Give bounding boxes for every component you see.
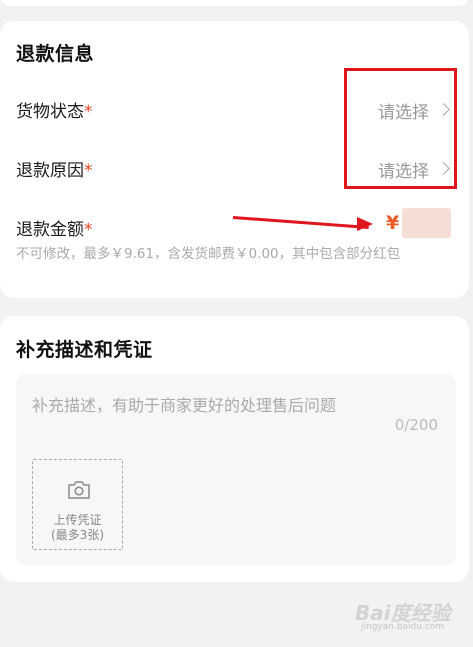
description-textarea[interactable]: 补充描述，有助于商家更好的处理售后问题 0/200 上传凭证 (最多3张) (16, 374, 456, 565)
refund-amount-label-text: 退款金额 (16, 220, 84, 240)
redacted-amount (402, 208, 451, 238)
required-mark: * (84, 220, 93, 240)
annotation-highlight-box (344, 68, 457, 189)
previous-card (0, 0, 469, 6)
refund-amount-label: 退款金额* (16, 215, 93, 240)
goods-status-label: 货物状态* (16, 97, 93, 122)
refund-reason-label: 退款原因* (16, 156, 93, 181)
required-mark: * (84, 102, 93, 122)
refund-amount-hint: 不可修改，最多￥9.61，含发货邮费￥0.00，其中包含部分红包 (16, 246, 401, 262)
baidu-jingyan-watermark: Bai度经验 jingyan.baidu.com (355, 592, 465, 640)
upload-label: 上传凭证 (53, 513, 102, 527)
currency-symbol: ¥ (386, 212, 400, 234)
watermark-url: jingyan.baidu.com (361, 622, 445, 632)
character-counter: 0/200 (394, 416, 438, 434)
upload-limit-label: (最多3张) (51, 528, 104, 542)
description-placeholder: 补充描述，有助于商家更好的处理售后问题 (32, 396, 337, 415)
refund-section-title: 退款信息 (16, 43, 95, 65)
camera-icon (68, 481, 90, 499)
required-mark: * (84, 161, 93, 181)
upload-evidence-button[interactable]: 上传凭证 (最多3张) (32, 459, 123, 550)
annotation-arrow-head (357, 217, 373, 231)
goods-status-label-text: 货物状态 (16, 102, 84, 122)
supplement-section-title: 补充描述和凭证 (16, 339, 153, 361)
refund-reason-label-text: 退款原因 (16, 161, 84, 181)
